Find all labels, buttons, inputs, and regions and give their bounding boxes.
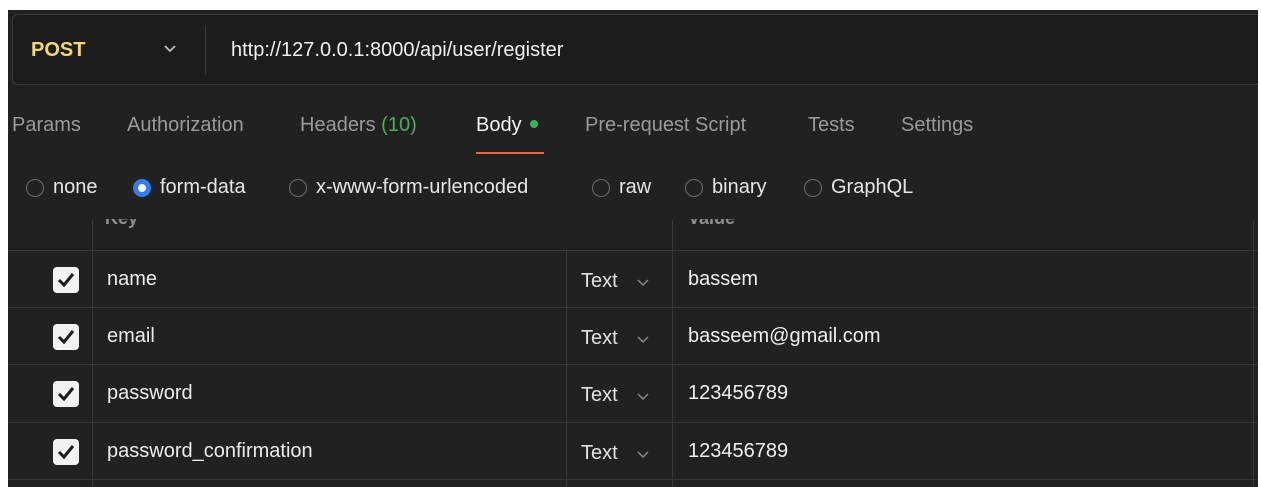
- row-key[interactable]: name: [107, 268, 157, 291]
- radio-urlencoded[interactable]: [289, 178, 307, 197]
- headers-count: (10): [381, 114, 417, 136]
- chevron-down-icon[interactable]: [636, 278, 650, 287]
- row-type-select[interactable]: Text: [581, 442, 618, 465]
- tab-tests[interactable]: Tests: [808, 114, 855, 137]
- body-type-binary[interactable]: binary: [685, 176, 766, 199]
- body-type-form-data-label: form-data: [160, 176, 246, 198]
- row-value[interactable]: basseem@gmail.com: [688, 325, 881, 348]
- body-type-urlencoded[interactable]: x-www-form-urlencoded: [289, 176, 528, 199]
- body-type-raw[interactable]: raw: [592, 176, 651, 199]
- tab-headers[interactable]: Headers (10): [300, 114, 417, 137]
- tab-authorization[interactable]: Authorization: [127, 114, 244, 137]
- row-enabled-checkbox[interactable]: [53, 439, 79, 465]
- check-icon: [57, 273, 75, 288]
- body-modified-dot: [529, 119, 538, 128]
- active-tab-underline: [476, 152, 544, 154]
- row-enabled-checkbox[interactable]: [53, 381, 79, 407]
- row-value[interactable]: bassem: [688, 268, 758, 291]
- check-icon: [57, 387, 75, 402]
- body-type-graphql[interactable]: GraphQL: [804, 176, 913, 199]
- tab-body[interactable]: Body: [476, 114, 538, 137]
- radio-raw[interactable]: [592, 178, 610, 197]
- check-icon: [57, 330, 75, 345]
- header-overlap-mask: [8, 206, 1258, 219]
- chevron-down-icon[interactable]: [636, 450, 650, 459]
- row-enabled-checkbox[interactable]: [53, 324, 79, 350]
- body-type-graphql-label: GraphQL: [831, 176, 914, 198]
- body-type-binary-label: binary: [712, 176, 767, 198]
- tab-body-label: Body: [476, 114, 522, 136]
- method-select[interactable]: POST: [31, 39, 85, 62]
- row-key[interactable]: password: [107, 382, 193, 405]
- row-value[interactable]: 123456789: [688, 440, 788, 463]
- url-divider: [205, 25, 206, 75]
- row-key[interactable]: password_confirmation: [107, 440, 313, 463]
- chevron-down-icon[interactable]: [636, 392, 650, 401]
- table-row: email Text basseem@gmail.com: [8, 308, 1258, 364]
- radio-binary[interactable]: [685, 178, 703, 197]
- row-type-select[interactable]: Text: [581, 327, 618, 350]
- tab-pre-request-script[interactable]: Pre-request Script: [585, 114, 746, 137]
- row-key[interactable]: email: [107, 325, 155, 348]
- body-type-form-data[interactable]: form-data: [133, 176, 246, 199]
- table-row: password_confirmation Text 123456789: [8, 423, 1258, 479]
- body-type-urlencoded-label: x-www-form-urlencoded: [316, 176, 529, 198]
- tab-settings[interactable]: Settings: [901, 114, 973, 137]
- tab-headers-label: Headers: [300, 114, 376, 136]
- table-row: password Text 123456789: [8, 365, 1258, 421]
- radio-none[interactable]: [26, 178, 44, 197]
- postman-request-panel: POST Params Authorization Headers (10) B…: [8, 10, 1258, 487]
- check-icon: [57, 445, 75, 460]
- body-type-none-label: none: [53, 176, 98, 198]
- chevron-down-icon[interactable]: [636, 335, 650, 344]
- request-url-bar: POST: [12, 14, 1258, 85]
- table-row: name Text bassem: [8, 251, 1258, 307]
- body-type-none[interactable]: none: [26, 176, 98, 199]
- tab-params[interactable]: Params: [12, 114, 81, 137]
- row-enabled-checkbox[interactable]: [53, 267, 79, 293]
- url-input[interactable]: [231, 39, 1131, 62]
- row-type-select[interactable]: Text: [581, 384, 618, 407]
- row-type-select[interactable]: Text: [581, 270, 618, 293]
- chevron-down-icon[interactable]: [163, 44, 177, 54]
- radio-graphql[interactable]: [804, 178, 822, 197]
- body-type-raw-label: raw: [619, 176, 652, 198]
- radio-form-data[interactable]: [133, 178, 151, 197]
- row-value[interactable]: 123456789: [688, 382, 788, 405]
- row-divider: [8, 479, 1258, 480]
